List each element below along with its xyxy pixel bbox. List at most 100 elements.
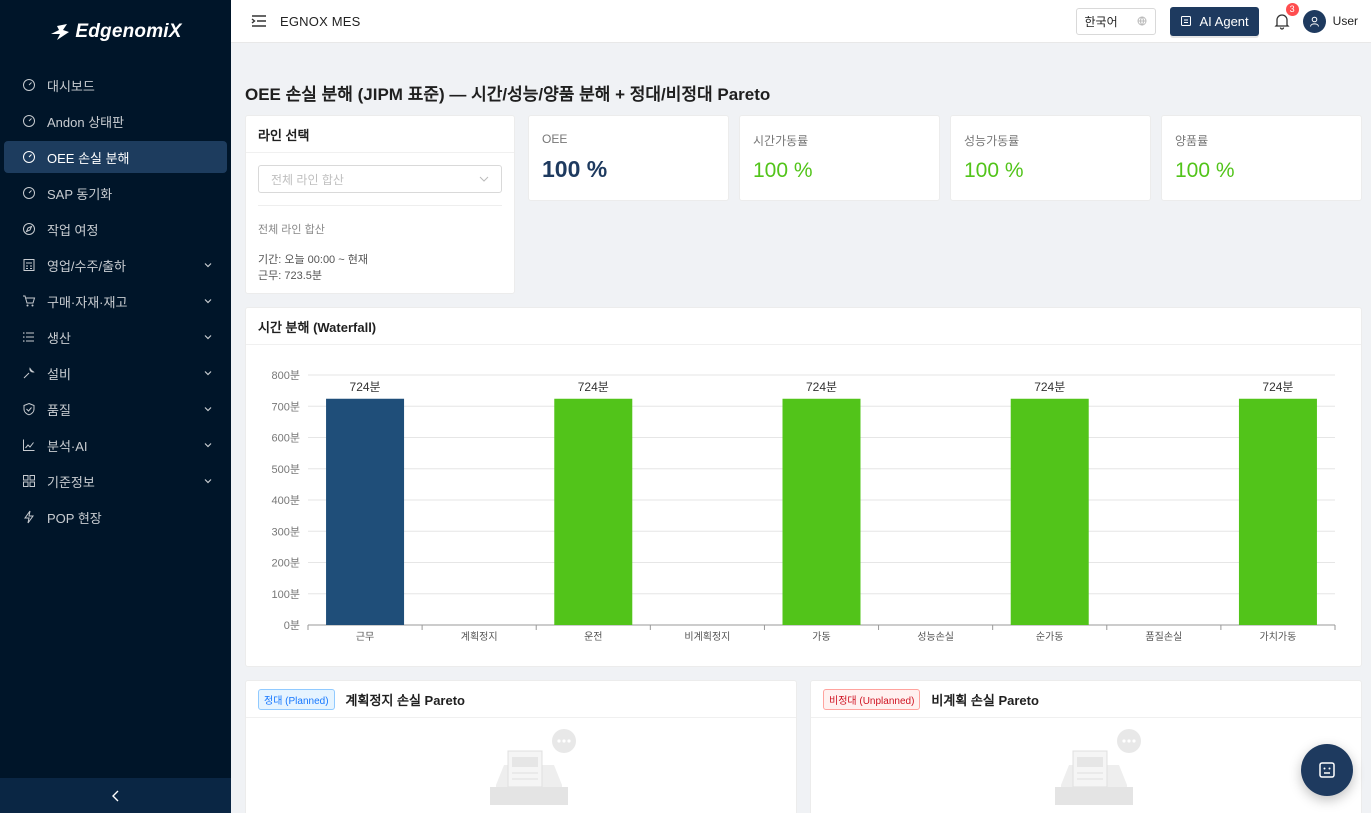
kpi-label: 양품률 [1175,134,1209,148]
dashboard-icon [23,79,35,91]
sidebar-item-3[interactable]: SAP 동기화 [4,177,227,209]
dashboard-icon [23,151,35,163]
x-tick-label: 순가동 [1036,631,1064,643]
kpi-availability-card: 시간가동률 100 % [739,115,940,201]
line-select-card: 라인 선택 전체 라인 합산 전체 라인 합산 기간: 오늘 00:00 ~ 현… [245,115,515,294]
sidebar-collapse-button[interactable] [0,778,231,813]
waterfall-card: 시간 분해 (Waterfall) 0분 100분 200분 300분 400분 500분… [245,307,1362,667]
chevron-left-icon [111,790,118,801]
chevron-down-icon [204,443,212,448]
chevron-down-icon [479,176,489,182]
data-label: 724분 [806,380,837,394]
empty-state-icon [1055,729,1141,805]
y-tick-label: 800분 [272,370,300,382]
dashboard-icon [23,115,35,127]
data-label: 724분 [578,380,609,394]
y-tick-label: 100분 [272,589,300,601]
dashboard-icon [23,187,35,199]
sidebar-item-label: OEE 손실 분해 [47,150,130,166]
sidebar-item-label: 기준정보 [47,474,95,490]
bar [554,398,633,625]
kpi-value: 100 % [542,156,608,182]
logo-icon [51,24,70,40]
sidebar-item-label: 작업 여정 [47,222,99,238]
line-summary: 전체 라인 합산 [258,224,325,236]
sidebar-item-label: 대시보드 [47,78,95,94]
y-tick-label: 0분 [284,620,300,632]
sidebar-item-8[interactable]: 설비 [4,357,227,389]
x-tick-label: 근무 [356,632,374,643]
sidebar-item-6[interactable]: 구매·자재·재고 [4,285,227,317]
sidebar-item-label: 생산 [47,330,71,346]
bar [326,398,405,625]
line-chart-icon [23,439,35,451]
kpi-value: 100 % [964,159,1024,182]
line-select-dropdown[interactable]: 전체 라인 합산 [258,165,502,193]
waterfall-chart: 0분 100분 200분 300분 400분 500분 600분 700분 800분근무 724분… [272,370,1336,643]
calculator-icon [23,259,35,271]
sidebar-item-0[interactable]: 대시보드 [4,69,227,101]
sidebar: EdgenomiX 대시보드 Andon 상태판 OEE 손실 분해 SAP 동기화작… [0,0,231,813]
sidebar-item-7[interactable]: 생산 [4,321,227,353]
x-tick-label: 운전 [584,631,602,643]
appstore-icon [23,475,35,487]
chevron-down-icon [204,335,212,340]
line-select-title: 라인 선택 [246,116,514,153]
robot-icon [1180,16,1191,26]
line-period: 기간: 오늘 00:00 ~ 현재 [258,254,368,266]
y-tick-label: 300분 [272,526,300,538]
language-value: 한국어 [1084,14,1118,29]
avatar [1302,9,1326,33]
language-select[interactable]: 한국어 [1075,7,1156,35]
kpi-label: 시간가동률 [753,134,809,148]
notification-button[interactable]: 3 [1273,3,1299,30]
sidebar-item-1[interactable]: Andon 상태판 [4,105,227,137]
user-name: User [1332,14,1358,28]
sidebar-item-10[interactable]: 분석·AI [4,429,227,461]
sidebar-item-label: 영업/수주/출하 [47,258,126,274]
chevron-down-icon [204,299,212,304]
sidebar-item-label: 품질 [47,402,71,418]
menu-fold-icon[interactable] [251,14,267,28]
list-icon [23,332,34,342]
y-tick-label: 400분 [272,495,300,507]
ai-chat-fab[interactable] [1301,744,1353,796]
shield-check-icon [23,402,35,416]
user-menu[interactable]: User [1302,9,1358,33]
sidebar-item-4[interactable]: 작업 여정 [4,213,227,245]
y-tick-label: 200분 [272,558,300,570]
top-header: EGNOX MES 한국어 AI Agent 3 User [231,0,1371,43]
user-icon [1309,16,1319,27]
y-tick-label: 600분 [272,433,300,445]
sidebar-item-12[interactable]: POP 현장 [4,501,227,533]
planned-tag: 정대 (Planned) [258,688,335,710]
chevron-down-icon [204,371,212,376]
planned-pareto-title: 계획정지 손실 Pareto [345,692,465,708]
sidebar-item-9[interactable]: 품질 [4,393,227,425]
sidebar-item-label: POP 현장 [47,510,102,526]
thunderbolt-icon [24,510,34,524]
cart-icon [23,295,36,307]
planned-pareto-card: 정대 (Planned) 계획정지 손실 Pareto [245,680,797,813]
ai-agent-button[interactable]: AI Agent [1169,6,1259,36]
x-tick-label: 가치가동 [1260,631,1297,643]
brand-logo[interactable]: EdgenomiX [0,0,231,64]
kpi-performance-card: 성능가동률 100 % [950,115,1151,201]
data-label: 724분 [1262,380,1293,394]
page-title: OEE 손실 분해 (JIPM 표준) — 시간/성능/양품 분해 + 정대/비… [245,85,771,104]
x-tick-label: 품질손실 [1145,631,1182,643]
wrench-icon [23,367,35,379]
kpi-label: OEE [542,132,568,146]
x-tick-label: 계획정지 [461,631,498,643]
sidebar-item-11[interactable]: 기준정보 [4,465,227,497]
sidebar-item-label: SAP 동기화 [47,186,113,202]
robot-icon [1319,762,1335,778]
bar [1010,398,1089,625]
line-work-minutes: 근무: 723.5분 [258,270,322,282]
kpi-value: 100 % [753,159,813,182]
empty-state-icon [490,729,576,805]
sidebar-item-label: Andon 상태판 [47,114,125,130]
sidebar-item-5[interactable]: 영업/수주/출하 [4,249,227,281]
unplanned-pareto-title: 비계획 손실 Pareto [931,692,1039,708]
sidebar-item-2[interactable]: OEE 손실 분해 [4,141,227,173]
